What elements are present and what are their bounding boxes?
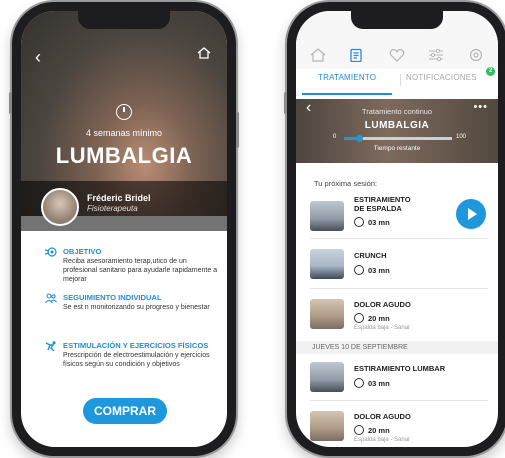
session-title-line: ESTIRAMIENTO <box>354 195 411 204</box>
progress-max: 100 <box>456 134 467 140</box>
session-item[interactable]: DOLOR AGUDO 20 mn Espalda baja - Sanar <box>310 296 488 336</box>
session-duration: 03 mn <box>354 217 390 227</box>
session-duration-value: 03 mn <box>368 218 390 227</box>
session-duration: 20 mn <box>354 313 390 323</box>
clock-icon <box>354 378 364 388</box>
progress-label: Tiempo restante <box>373 145 421 152</box>
session-duration-value: 20 mn <box>368 426 390 435</box>
phone-left: ‹ 4 semanas mínimo LUMBALGIA Fréderic Br… <box>9 2 239 456</box>
exercise-thumbnail <box>310 249 344 279</box>
feature-description: Prescripción de electroestimulación y ej… <box>63 352 210 368</box>
tab-divider <box>400 74 401 86</box>
power-button <box>236 112 239 148</box>
clock-icon <box>354 265 364 275</box>
home-icon[interactable] <box>197 47 211 59</box>
feature-description: Reciba asesoramiento terap,utico de un p… <box>63 258 218 283</box>
tab-notifications[interactable]: NOTIFICACIONES <box>406 73 477 82</box>
feature-description: Se est n monitorizando su progreso y bie… <box>63 304 210 311</box>
session-item[interactable]: CRUNCH 03 mn <box>310 247 488 281</box>
clipboard-icon[interactable] <box>348 48 364 62</box>
session-duration-value: 03 mn <box>368 379 390 388</box>
gear-icon[interactable] <box>468 48 484 62</box>
divider <box>310 400 488 401</box>
session-tag: Espalda baja - Sanar <box>354 437 411 443</box>
therapist-role: Fisioterapeuta <box>87 204 138 213</box>
session-duration-value: 03 mn <box>368 266 390 275</box>
session-item[interactable]: ESTIRAMIENTO LUMBAR 03 mn <box>310 360 488 394</box>
phone-right: TRATAMIENTO NOTIFICACIONES 2 ‹ ••• Trata… <box>284 2 505 456</box>
condition-title: LUMBALGIA <box>55 143 193 168</box>
notification-badge: 2 <box>486 67 495 76</box>
next-session-label: Tu próxima sesión: <box>314 179 378 188</box>
divider <box>310 288 488 289</box>
session-duration: 20 mn <box>354 425 390 435</box>
volume-button <box>9 92 12 114</box>
screen-left: ‹ 4 semanas mínimo LUMBALGIA Fréderic Br… <box>21 11 227 447</box>
therapist-avatar[interactable] <box>41 188 79 226</box>
notch <box>351 11 443 29</box>
heart-icon[interactable] <box>389 48 405 62</box>
date-header: JUEVES 10 DE SEPTIEMBRE <box>296 341 498 354</box>
clock-icon <box>354 217 364 227</box>
divider <box>310 238 488 239</box>
session-title: ESTIRAMIENTO DE ESPALDA <box>354 195 411 213</box>
session-title: DOLOR AGUDO <box>354 300 411 309</box>
session-title: CRUNCH <box>354 251 387 260</box>
clock-icon <box>116 104 132 120</box>
tab-treatment[interactable]: TRATAMIENTO <box>318 73 376 82</box>
tab-bar: TRATAMIENTO NOTIFICACIONES 2 <box>296 67 498 95</box>
treatment-title: LUMBALGIA <box>364 120 430 131</box>
clock-icon <box>354 313 364 323</box>
treatment-banner: ‹ ••• Tratamiento continuo LUMBALGIA 0 1… <box>296 99 498 163</box>
exercise-thumbnail <box>310 411 344 441</box>
session-item[interactable]: ESTIRAMIENTO DE ESPALDA 03 mn <box>310 195 488 231</box>
buy-button[interactable]: COMPRAR <box>83 398 167 424</box>
session-title-line: DE ESPALDA <box>354 204 402 213</box>
session-title: ESTIRAMIENTO LUMBAR <box>354 364 446 373</box>
target-icon <box>45 247 57 257</box>
volume-button <box>284 92 287 114</box>
progress-bar <box>344 135 452 142</box>
exercise-icon <box>45 341 56 351</box>
screen-right: TRATAMIENTO NOTIFICACIONES 2 ‹ ••• Trata… <box>296 11 498 447</box>
feature-title: SEGUIMIENTO INDIVIDUAL <box>63 293 162 302</box>
people-icon <box>45 293 57 303</box>
session-duration: 03 mn <box>354 265 390 275</box>
feature-title: ESTIMULACIÓN Y EJERCICIOS FÍSICOS <box>63 341 209 350</box>
clock-icon <box>354 425 364 435</box>
hero-image: ‹ 4 semanas mínimo LUMBALGIA Fréderic Br… <box>21 11 227 231</box>
progress-min: 0 <box>333 134 337 140</box>
active-tab-indicator <box>302 93 392 95</box>
session-duration: 03 mn <box>354 378 390 388</box>
notch <box>78 11 170 29</box>
exercise-thumbnail <box>310 299 344 329</box>
exercise-thumbnail <box>310 362 344 392</box>
session-item[interactable]: DOLOR AGUDO 20 mn Espalda baja - Sanar <box>310 408 488 447</box>
session-duration-value: 20 mn <box>368 314 390 323</box>
session-tag: Espalda baja - Sanar <box>354 325 411 331</box>
therapist-name: Fréderic Bridel <box>87 193 151 203</box>
exercise-thumbnail <box>310 201 344 231</box>
duration-text: 4 semanas mínimo <box>85 128 163 138</box>
session-title: DOLOR AGUDO <box>354 412 411 421</box>
treatment-subtitle: Tratamiento continuo <box>361 107 433 116</box>
progress-handle <box>356 135 364 142</box>
feature-title: OBJETIVO <box>63 247 102 256</box>
play-button[interactable] <box>456 199 486 229</box>
home-icon[interactable] <box>310 48 326 62</box>
back-button[interactable]: ‹ <box>35 47 41 68</box>
sliders-icon[interactable] <box>428 48 444 62</box>
